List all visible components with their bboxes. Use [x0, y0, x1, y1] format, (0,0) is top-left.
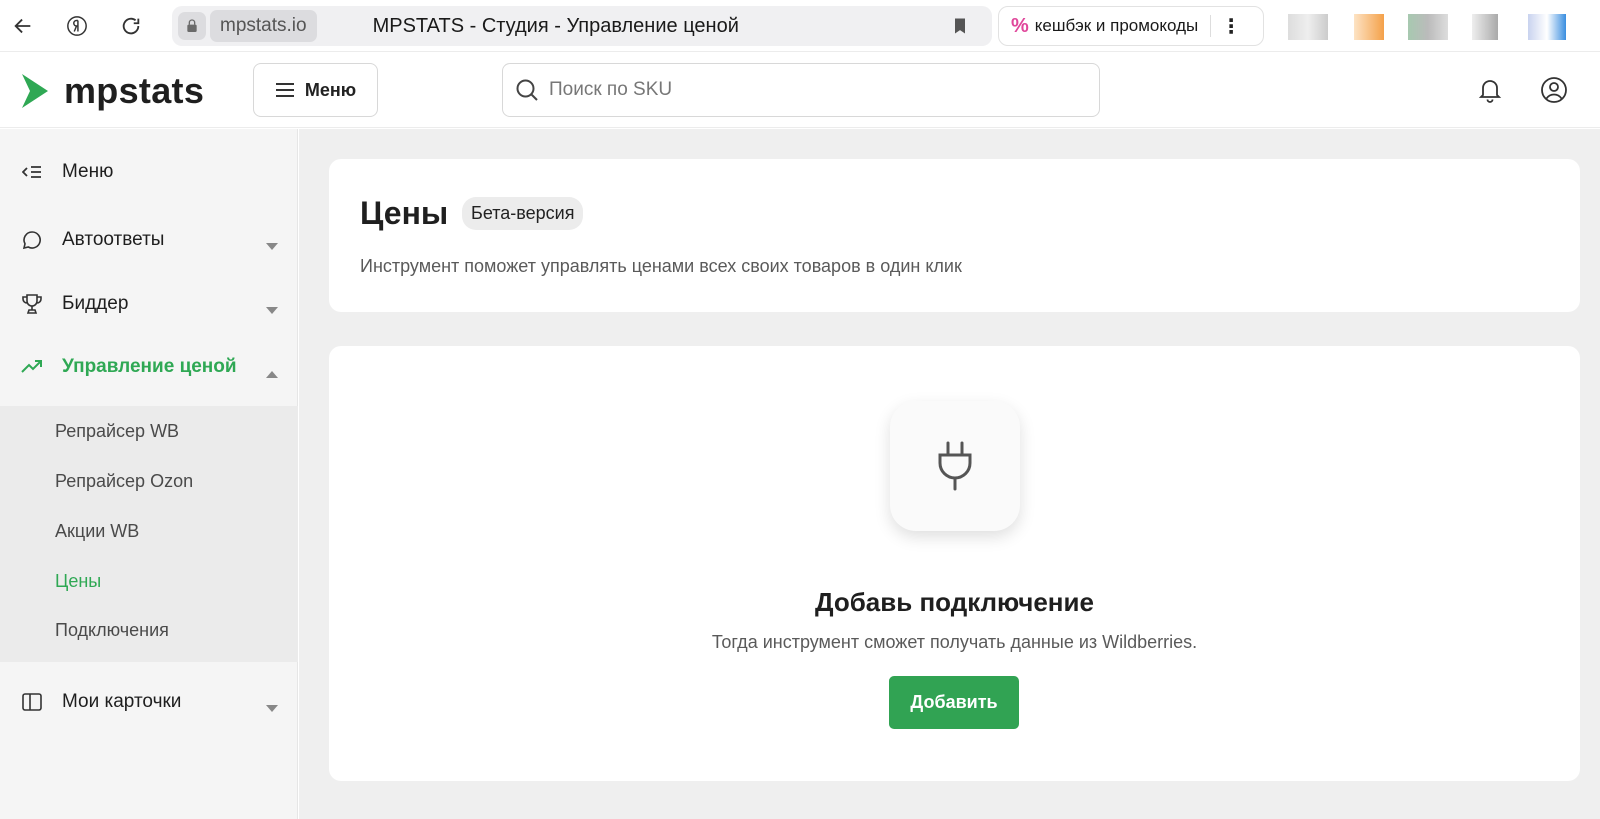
arrow-left-icon	[14, 18, 31, 33]
search-box[interactable]	[502, 63, 1100, 117]
sidebar-item-label: Автоответы	[62, 229, 165, 250]
sidebar-item-my-cards[interactable]: Мои карточки	[0, 674, 298, 730]
menu-button[interactable]: Меню	[253, 63, 378, 117]
sidebar-item-label: Управление ценой	[62, 356, 237, 377]
chevron-down-icon	[266, 697, 278, 719]
plug-icon	[938, 441, 972, 491]
address-domain[interactable]: mpstats.io	[210, 10, 317, 42]
menu-button-label: Меню	[304, 79, 357, 100]
sidebar-subitem-connections[interactable]: Подключения	[55, 620, 169, 641]
logo-play-icon	[22, 74, 48, 108]
sidebar-subitem-prices[interactable]: Цены	[55, 571, 101, 592]
sidebar-item-bidder[interactable]: Биддер	[0, 276, 298, 332]
chevron-up-icon	[266, 362, 278, 384]
cashback-extension[interactable]: % кешбэк и промокоды ⋮	[998, 6, 1264, 46]
reload-icon	[122, 17, 140, 34]
blurred-bookmark[interactable]	[1288, 14, 1328, 40]
plug-illustration	[890, 401, 1020, 531]
bell-icon[interactable]	[1474, 74, 1506, 106]
yandex-icon	[67, 15, 87, 36]
app-header: mpstats Меню	[0, 52, 1600, 128]
blurred-bookmark[interactable]	[1408, 14, 1448, 40]
divider	[1210, 15, 1212, 37]
search-icon	[516, 79, 538, 101]
sidebar-item-label: Мои карточки	[62, 691, 182, 712]
bookmark-icon[interactable]	[950, 15, 970, 42]
sidebar-subitem-repricer-ozon[interactable]: Репрайсер Ozon	[55, 471, 193, 492]
sidebar-submenu: Репрайсер WB Репрайсер Ozon Акции WB Цен…	[0, 406, 298, 662]
page-header-card: Цены Бета-версия Инструмент поможет упра…	[329, 159, 1580, 312]
user-icon[interactable]	[1538, 74, 1570, 106]
page-title: Цены	[360, 195, 449, 231]
logo[interactable]: mpstats	[20, 70, 204, 112]
book-icon	[20, 690, 44, 714]
search-input[interactable]	[549, 79, 1069, 101]
main-content: Цены Бета-версия Инструмент поможет упра…	[299, 129, 1600, 819]
sidebar-subitem-repricer-wb[interactable]: Репрайсер WB	[55, 421, 179, 442]
sidebar-collapse[interactable]: Меню	[0, 144, 298, 200]
more-vertical-icon[interactable]: ⋮	[1221, 14, 1241, 39]
back-button[interactable]	[6, 9, 40, 43]
empty-state-title: Добавь подключение	[815, 587, 1094, 617]
page-description: Инструмент поможет управлять ценами всех…	[360, 256, 962, 276]
chat-bubble-icon	[20, 228, 44, 252]
blurred-bookmark[interactable]	[1472, 14, 1498, 40]
sidebar: Меню Автоответы Биддер Управление ценой …	[0, 129, 298, 819]
chevron-down-icon	[266, 235, 278, 257]
empty-state-card: Добавь подключение Тогда инструмент смож…	[329, 346, 1580, 781]
lock-icon[interactable]	[178, 12, 206, 40]
extension-label: кешбэк и промокоды	[1034, 16, 1199, 35]
sidebar-collapse-label: Меню	[62, 161, 114, 182]
address-bar[interactable]: mpstats.io MPSTATS - Студия - Управление…	[172, 6, 992, 46]
reload-button[interactable]	[114, 9, 148, 43]
add-connection-button[interactable]: Добавить	[889, 676, 1019, 729]
sidebar-item-label: Биддер	[62, 293, 129, 314]
trending-up-icon	[20, 355, 44, 379]
percent-icon: %	[1011, 14, 1029, 37]
logo-text: mpstats	[64, 70, 205, 111]
empty-state-description: Тогда инструмент сможет получать данные …	[711, 632, 1198, 652]
chevron-down-icon	[266, 299, 278, 321]
sidebar-item-autoreplies[interactable]: Автоответы	[0, 212, 298, 268]
browser-toolbar: mpstats.io MPSTATS - Студия - Управление…	[0, 0, 1600, 52]
beta-badge: Бета-версия	[462, 197, 584, 230]
blurred-bookmark[interactable]	[1528, 14, 1566, 40]
hamburger-icon	[275, 83, 294, 97]
sidebar-subitem-promotions-wb[interactable]: Акции WB	[55, 521, 139, 542]
blurred-bookmark[interactable]	[1354, 14, 1384, 40]
sidebar-item-price-management[interactable]: Управление ценой	[0, 339, 298, 395]
yandex-button[interactable]	[60, 9, 94, 43]
collapse-menu-icon	[20, 160, 44, 184]
trophy-icon	[20, 292, 44, 316]
browser-page-title: MPSTATS - Студия - Управление ценой	[372, 14, 739, 37]
